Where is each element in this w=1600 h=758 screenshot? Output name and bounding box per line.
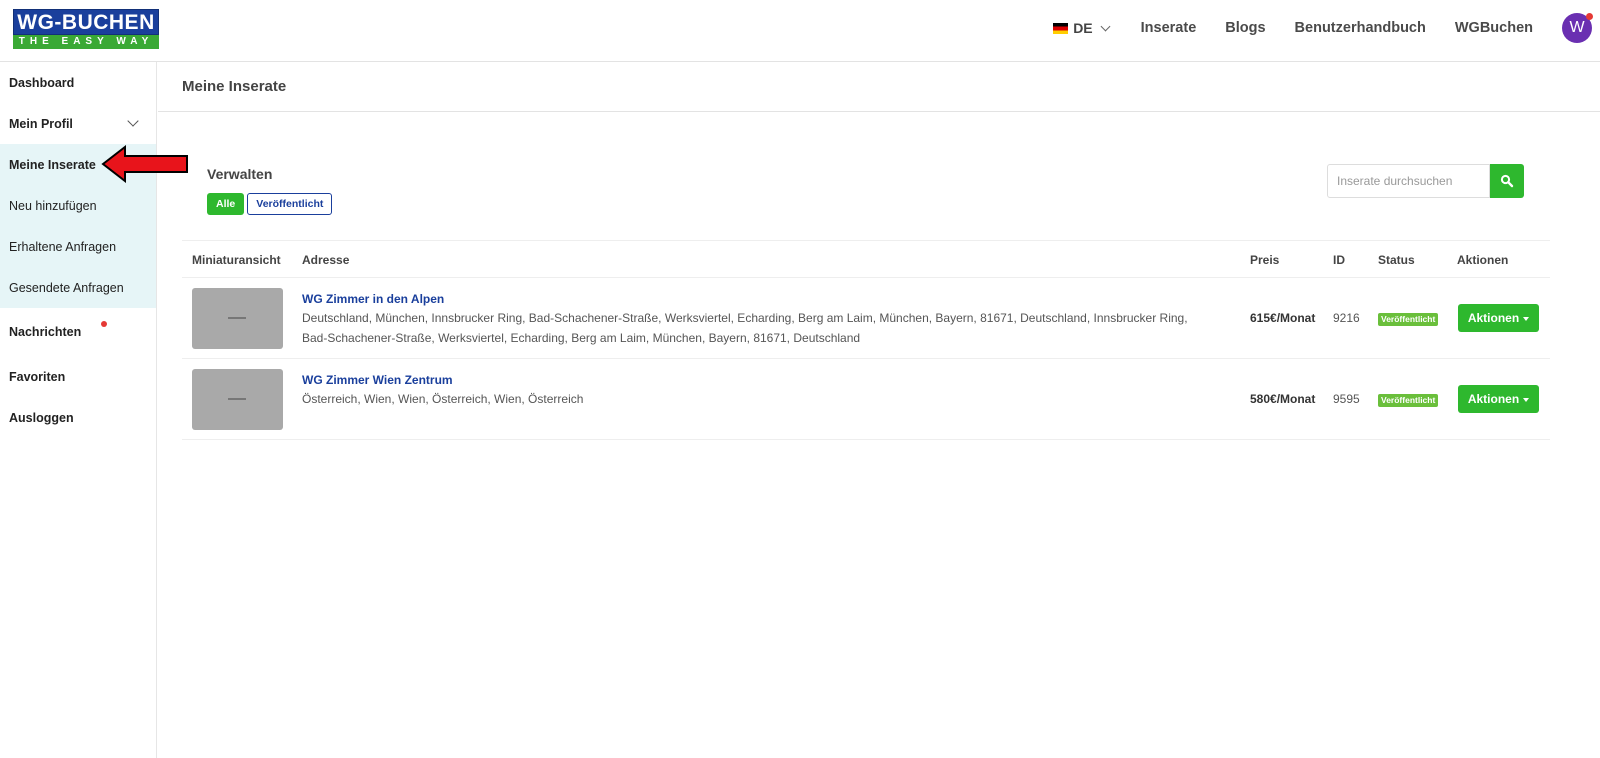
- language-selector[interactable]: DE: [1053, 20, 1111, 36]
- logo-wordmark: WG-BUCHEN: [13, 9, 159, 35]
- user-avatar[interactable]: W: [1562, 13, 1593, 43]
- sidebar-item-mein-profil[interactable]: Mein Profil: [0, 103, 156, 144]
- column-header: Aktionen: [1457, 253, 1509, 267]
- nav-link-inserate[interactable]: Inserate: [1141, 20, 1197, 36]
- chevron-down-icon: [127, 115, 139, 127]
- table-header: Miniaturansicht Adresse Preis ID Status …: [182, 240, 1550, 278]
- filter-published-button[interactable]: Veröffentlicht: [247, 193, 333, 215]
- sidebar-item-ausloggen[interactable]: Ausloggen: [0, 397, 156, 438]
- page-header: Meine Inserate: [158, 62, 1600, 112]
- sidebar-item-label: Ausloggen: [9, 410, 74, 425]
- unread-dot: [101, 321, 107, 327]
- annotation-arrow-icon: [101, 145, 188, 183]
- column-header: Adresse: [302, 253, 350, 267]
- sidebar-item-label: Favoriten: [9, 369, 66, 384]
- listing-thumbnail[interactable]: [192, 288, 283, 349]
- wg-buchen-logo[interactable]: WG-BUCHEN THE EASY WAY: [13, 9, 159, 49]
- sidebar-item-label: Dashboard: [9, 75, 75, 90]
- listing-thumbnail[interactable]: [192, 369, 283, 430]
- logo-tagline: THE EASY WAY: [13, 35, 159, 49]
- table-row: WG Zimmer in den Alpen Deutschland, Münc…: [182, 278, 1550, 359]
- search-bar: [1327, 164, 1524, 198]
- german-flag-icon: [1053, 22, 1069, 34]
- caret-down-icon: [1523, 397, 1530, 402]
- listing-title-link[interactable]: WG Zimmer Wien Zentrum: [302, 373, 453, 387]
- sidebar-item-dashboard[interactable]: Dashboard: [0, 62, 156, 103]
- thumbnail-placeholder-icon: [228, 317, 246, 319]
- sidebar-item-gesendete-anfragen[interactable]: Gesendete Anfragen: [0, 267, 156, 308]
- listing-price: 615€/Monat: [1250, 311, 1316, 325]
- column-header: Miniaturansicht: [192, 253, 281, 267]
- search-icon: [1500, 174, 1514, 188]
- actions-dropdown-button[interactable]: Aktionen: [1458, 385, 1539, 413]
- listing-title-link[interactable]: WG Zimmer in den Alpen: [302, 292, 444, 306]
- sidebar-item-favoriten[interactable]: Favoriten: [0, 356, 156, 397]
- actions-button-label: Aktionen: [1467, 311, 1520, 325]
- column-header: ID: [1333, 253, 1345, 267]
- sidebar-item-erhaltene-anfragen[interactable]: Erhaltene Anfragen: [0, 226, 156, 267]
- chevron-down-icon: [1100, 21, 1111, 31]
- notification-dot: [1586, 13, 1593, 20]
- page-title: Meine Inserate: [182, 78, 287, 95]
- avatar-letter: W: [1569, 19, 1585, 36]
- listing-id: 9216: [1333, 311, 1360, 325]
- status-badge: Veröffentlicht: [1378, 394, 1439, 407]
- manage-heading: Verwalten: [207, 166, 273, 182]
- nav-link-wgbuchen[interactable]: WGBuchen: [1455, 20, 1533, 36]
- search-button[interactable]: [1490, 164, 1524, 198]
- nav-link-blogs[interactable]: Blogs: [1225, 20, 1265, 36]
- listing-id: 9595: [1333, 392, 1360, 406]
- nav-link-benutzerhandbuch[interactable]: Benutzerhandbuch: [1295, 20, 1426, 36]
- column-header: Status: [1378, 253, 1415, 267]
- sidebar-item-label: Mein Profil: [9, 116, 73, 131]
- language-label: DE: [1073, 20, 1093, 36]
- actions-button-label: Aktionen: [1467, 392, 1520, 406]
- top-nav: DE Inserate Blogs Benutzerhandbuch WGBuc…: [1053, 0, 1600, 56]
- actions-dropdown-button[interactable]: Aktionen: [1458, 304, 1539, 332]
- listings-table: Miniaturansicht Adresse Preis ID Status …: [182, 240, 1550, 440]
- table-row: WG Zimmer Wien Zentrum Österreich, Wien,…: [182, 359, 1550, 440]
- listing-address: Österreich, Wien, Wien, Österreich, Wien…: [302, 392, 584, 406]
- sidebar-item-neu-hinzufuegen[interactable]: Neu hinzufügen: [0, 185, 156, 226]
- listing-price: 580€/Monat: [1250, 392, 1316, 406]
- sidebar-item-label: Nachrichten: [9, 325, 82, 339]
- sidebar-item-label: Neu hinzufügen: [9, 198, 97, 213]
- sidebar-item-label: Gesendete Anfragen: [9, 280, 124, 295]
- column-header: Preis: [1250, 253, 1280, 267]
- search-input[interactable]: [1327, 164, 1490, 198]
- filter-all-button[interactable]: Alle: [207, 193, 245, 215]
- status-badge: Veröffentlicht: [1378, 313, 1439, 326]
- sidebar-item-label: Meine Inserate: [9, 157, 96, 172]
- top-header: WG-BUCHEN THE EASY WAY DE Inserate Blogs…: [0, 0, 1600, 62]
- sidebar-item-label: Erhaltene Anfragen: [9, 239, 117, 254]
- sidebar-item-nachrichten[interactable]: Nachrichten: [0, 308, 156, 356]
- thumbnail-placeholder-icon: [228, 398, 246, 400]
- filter-buttons: Alle Veröffentlicht: [207, 193, 333, 215]
- listing-address: Deutschland, München, Innsbrucker Ring, …: [302, 311, 1188, 345]
- caret-down-icon: [1523, 316, 1530, 321]
